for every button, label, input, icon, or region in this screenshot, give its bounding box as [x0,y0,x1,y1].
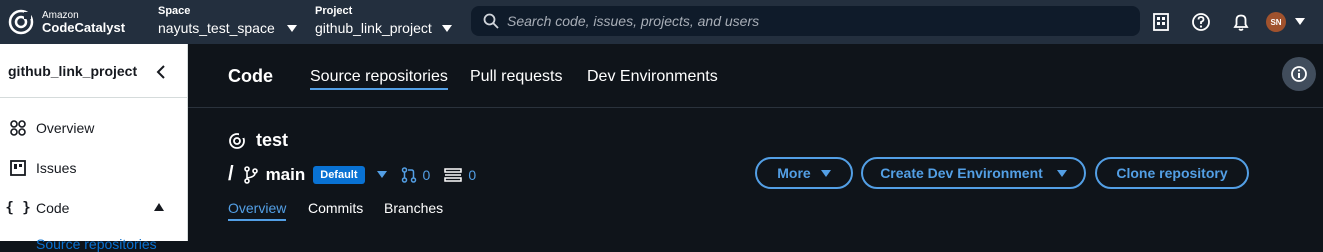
sidebar: github_link_project Overview Issues { } … [0,44,188,252]
tab-source-repositories[interactable]: Source repositories [310,68,448,90]
project-value: github_link_project [315,20,432,36]
project-label: Project [315,5,353,17]
more-button[interactable]: More [755,157,853,189]
space-label: Space [158,5,191,17]
create-dev-environment-label: Create Dev Environment [880,165,1043,181]
clone-repository-label: Clone repository [1116,165,1228,181]
search-input[interactable] [507,13,1107,29]
caret-down-icon [820,169,831,177]
sidebar-item-label: Overview [36,120,95,136]
branch-dropdown-icon[interactable] [376,171,387,178]
search-icon [483,13,499,29]
codecatalyst-logo-icon [8,9,34,35]
top-navigation-bar: Amazon CodeCatalyst Space nayuts_test_sp… [0,0,1323,44]
page-title: Code [228,66,273,86]
repository-heading: test [228,130,288,151]
more-button-label: More [777,165,811,181]
sidebar-item-overview[interactable]: Overview [8,118,94,138]
sidebar-item-issues[interactable]: Issues [8,158,76,178]
pull-requests-value: 0 [422,166,431,183]
tab-pull-requests[interactable]: Pull requests [470,68,563,86]
expand-up-icon[interactable] [154,203,164,211]
pull-requests-count[interactable]: 0 [401,166,431,183]
dev-environments-count[interactable]: 0 [444,167,476,183]
collapse-sidebar-icon[interactable] [155,63,167,81]
search-bar[interactable] [471,6,1140,36]
overview-icon [10,120,26,136]
issues-icon [10,160,26,176]
subtab-overview[interactable]: Overview [228,200,287,221]
subtab-branches[interactable]: Branches [384,200,443,216]
sidebar-item-label: Code [36,200,70,216]
dev-environment-icon [444,167,463,182]
sidebar-divider [0,97,187,98]
main-content: Code Source repositories Pull requests D… [188,44,1323,241]
caret-down-icon [1056,169,1067,177]
code-braces-icon: { } [5,200,31,216]
notification-bell-icon[interactable] [1231,12,1251,32]
code-subnav: Code Source repositories Pull requests D… [188,44,1323,108]
sidebar-item-code[interactable]: { } Code [5,198,70,218]
user-avatar[interactable]: SN [1266,12,1286,32]
space-selector[interactable]: Space nayuts_test_space [158,5,297,37]
caret-down-icon [441,24,452,32]
create-dev-environment-button[interactable]: Create Dev Environment [861,157,1086,189]
codecatalyst-logo[interactable]: Amazon CodeCatalyst [8,9,125,35]
project-selector[interactable]: Project github_link_project [315,5,452,37]
subtab-commits[interactable]: Commits [308,200,363,216]
space-value: nayuts_test_space [158,20,275,36]
branch-row: / main Default 0 0 [228,163,476,186]
brand-line-2: CodeCatalyst [42,20,126,35]
branch-name: main [265,164,306,184]
sidebar-item-label: Issues [36,160,77,176]
info-icon [1291,66,1307,82]
building-icon[interactable] [1151,12,1171,32]
sidebar-project-title: github_link_project [8,63,138,79]
pull-request-icon [401,166,416,183]
repository-name: test [256,130,289,150]
help-icon[interactable] [1191,12,1211,32]
tab-dev-environments[interactable]: Dev Environments [587,68,718,86]
sidebar-subitem-source-repositories[interactable]: Source repositories [36,236,157,252]
path-separator: / [228,163,234,185]
user-menu-caret-icon[interactable] [1295,18,1305,25]
default-branch-badge: Default [313,165,365,184]
dev-environments-value: 0 [468,166,477,183]
clone-repository-button[interactable]: Clone repository [1095,157,1249,189]
info-button[interactable] [1282,57,1316,91]
caret-down-icon [286,24,297,32]
branch-icon [243,165,258,184]
repository-icon [229,132,245,149]
